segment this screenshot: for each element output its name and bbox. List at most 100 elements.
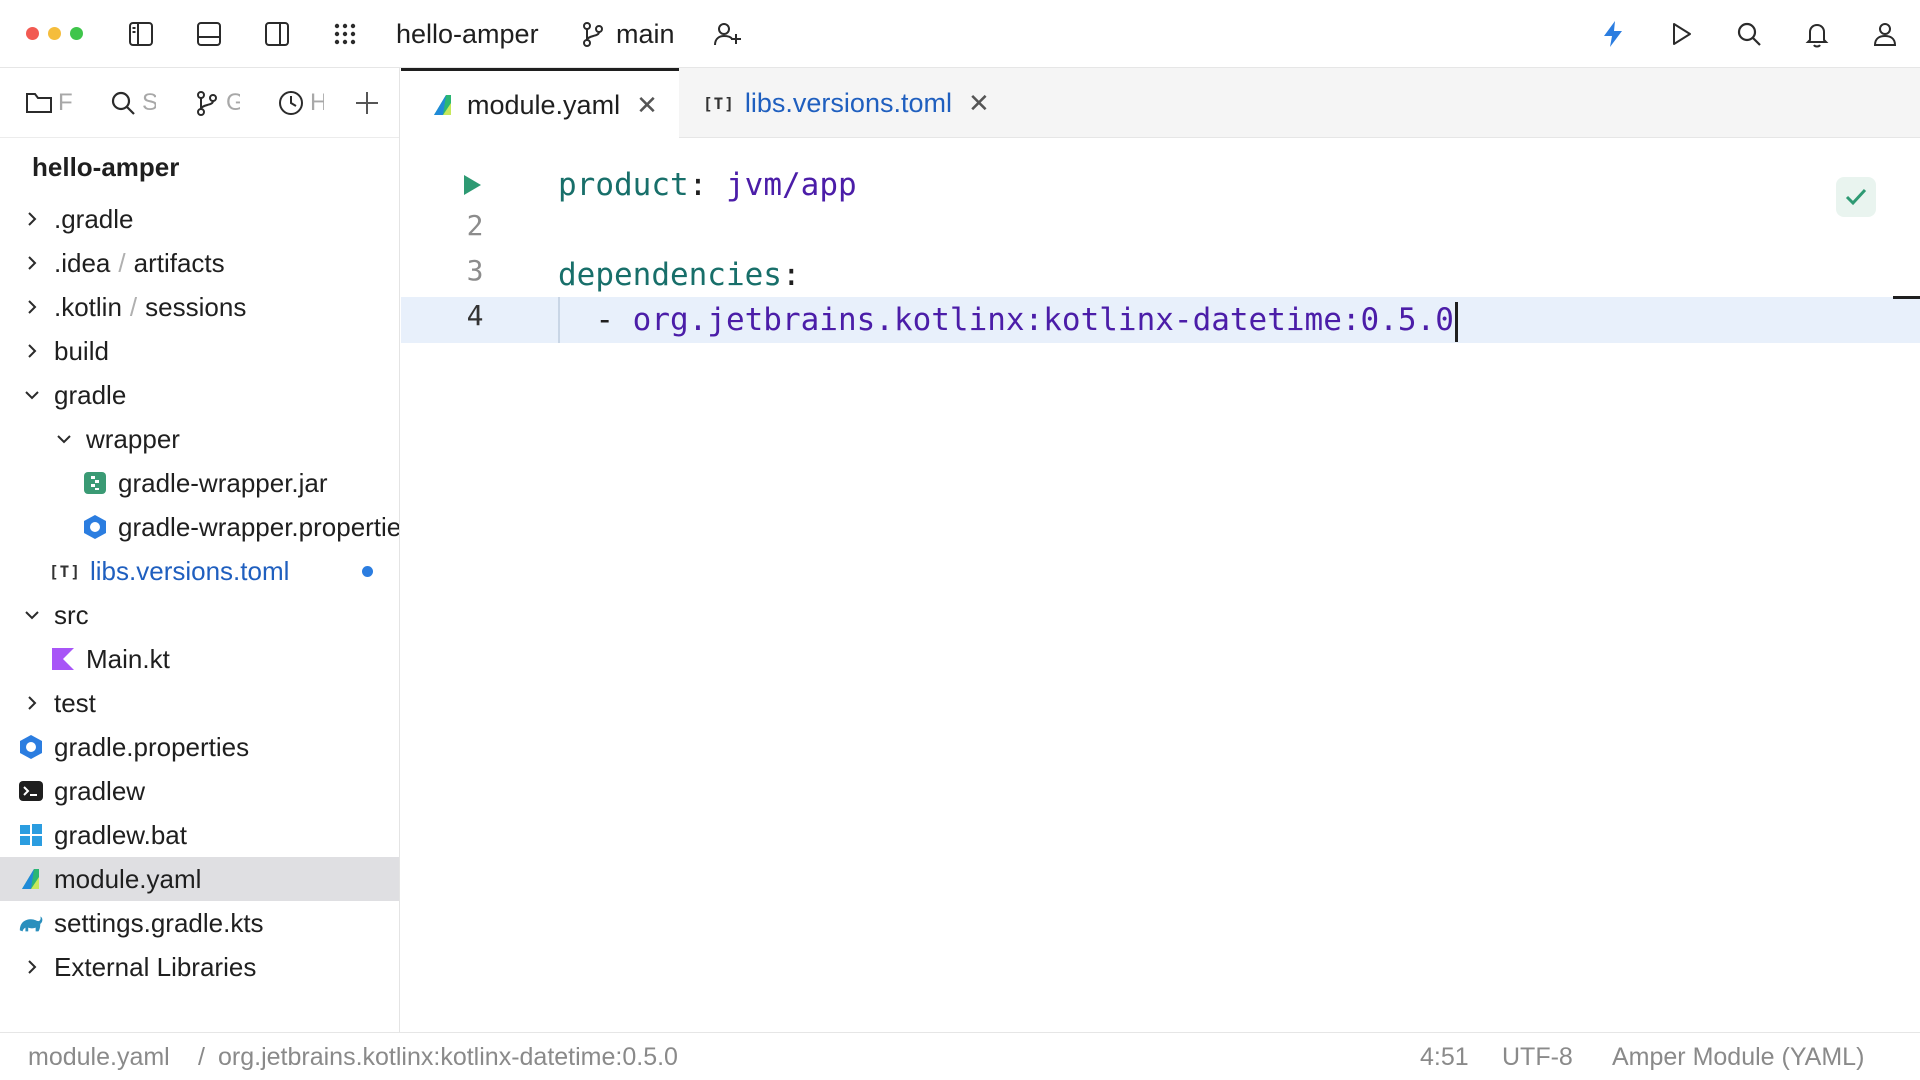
search-icon	[111, 91, 135, 115]
yaml-colon: :	[781, 257, 801, 293]
add-tab-button[interactable]	[352, 86, 382, 120]
notifications-bell-icon[interactable]	[1800, 17, 1834, 51]
scrollbar-marker[interactable]	[1893, 296, 1920, 299]
tab-git[interactable]: G	[192, 86, 240, 120]
code-line-1[interactable]: product: jvm/app	[558, 163, 857, 207]
tree-item-label: gradle-wrapper.properties	[118, 511, 400, 542]
right-panel-toggle-icon[interactable]	[260, 17, 294, 51]
tree-item-module-yaml[interactable]: module.yaml	[0, 857, 399, 901]
tab-git-label: G	[226, 89, 240, 117]
bottom-panel-toggle-icon[interactable]	[192, 17, 226, 51]
tree-item-label: test	[54, 687, 96, 718]
tree-item-build[interactable]: build	[0, 329, 399, 373]
branch-icon[interactable]	[576, 17, 610, 51]
project-name-button[interactable]: hello-amper	[396, 18, 539, 50]
tab-history-label: H	[310, 89, 324, 117]
close-window-button[interactable]	[26, 27, 39, 40]
tree-item-gradlew-bat[interactable]: gradlew.bat	[0, 813, 399, 857]
tab-project-files[interactable]: F	[24, 86, 72, 120]
close-tab-icon[interactable]: ✕	[968, 88, 990, 119]
add-user-icon[interactable]	[710, 17, 744, 51]
tree-item-label: settings.gradle.kts	[54, 907, 264, 938]
zoom-window-button[interactable]	[70, 27, 83, 40]
close-tab-icon[interactable]: ✕	[636, 90, 658, 121]
breadcrumb-item[interactable]: org.jetbrains.kotlinx:kotlinx-datetime:0…	[218, 1043, 678, 1072]
file-encoding[interactable]: UTF-8	[1502, 1043, 1573, 1072]
code-line-3[interactable]: dependencies:	[558, 253, 801, 297]
tree-item-label: gradle.properties	[54, 731, 250, 762]
search-icon[interactable]	[1732, 17, 1766, 51]
code-editor[interactable]: 2 3 4 product: jvm/app dependencies: - o…	[401, 139, 1920, 1032]
tab-history[interactable]: H	[276, 86, 324, 120]
run-icon[interactable]	[1664, 17, 1698, 51]
breadcrumb-file[interactable]: module.yaml	[28, 1043, 170, 1072]
gradle-elephant-icon	[18, 910, 44, 936]
project-sidebar: F S G H hello-amper .gradle .idea /	[0, 68, 400, 1032]
path-separator: /	[129, 291, 138, 322]
toml-file-icon: [T]	[703, 93, 735, 113]
chevron-down-icon[interactable]	[22, 385, 42, 405]
yaml-list-dash: -	[558, 302, 633, 338]
tree-item-external-libraries[interactable]: External Libraries	[0, 945, 399, 989]
tree-item-gradle-dir[interactable]: .gradle	[0, 197, 399, 241]
tree-item-gradle[interactable]: gradle	[0, 373, 399, 417]
tree-item-settings-gradle-kts[interactable]: settings.gradle.kts	[0, 901, 399, 945]
tab-label: module.yaml	[467, 89, 621, 120]
tab-libs-versions-toml[interactable]: [T] libs.versions.toml ✕	[703, 68, 990, 138]
run-gutter-icon[interactable]	[459, 172, 485, 198]
project-root-title[interactable]: hello-amper	[32, 152, 179, 183]
tab-search-label: S	[142, 89, 156, 117]
chevron-right-icon[interactable]	[22, 693, 42, 713]
tree-item-gradle-wrapper-jar[interactable]: gradle-wrapper.jar	[0, 461, 399, 505]
chevron-right-icon[interactable]	[22, 253, 42, 273]
lightning-icon[interactable]	[1596, 17, 1630, 51]
tree-item-main-kt[interactable]: Main.kt	[0, 637, 399, 681]
tree-item-src[interactable]: src	[0, 593, 399, 637]
title-bar: hello-amper main	[0, 0, 1920, 68]
amper-file-icon	[431, 92, 457, 118]
chevron-right-icon[interactable]	[22, 209, 42, 229]
tree-item-label: module.yaml	[54, 863, 202, 894]
tab-label: libs.versions.toml	[744, 87, 952, 118]
path-separator: /	[118, 247, 126, 278]
tree-item-kotlin[interactable]: .kotlin / sessions	[0, 285, 399, 329]
tree-item-libs-versions-toml[interactable]: [T] libs.versions.toml	[0, 549, 399, 593]
tab-search[interactable]: S	[108, 86, 156, 120]
caret-position[interactable]: 4:51	[1420, 1043, 1469, 1072]
profile-icon[interactable]	[1868, 17, 1902, 51]
tree-item-label: Main.kt	[86, 643, 170, 674]
tree-item-suffix: sessions	[145, 291, 247, 322]
breadcrumb-separator: /	[198, 1043, 205, 1071]
tree-item-test[interactable]: test	[0, 681, 399, 725]
apps-grid-icon[interactable]	[328, 17, 362, 51]
tab-module-yaml[interactable]: module.yaml ✕	[401, 68, 679, 139]
amper-file-icon	[18, 866, 44, 892]
chevron-down-icon[interactable]	[22, 605, 42, 625]
chevron-right-icon[interactable]	[22, 297, 42, 317]
properties-file-icon	[18, 734, 44, 760]
properties-file-icon	[82, 514, 108, 540]
tree-item-label: External Libraries	[54, 951, 257, 982]
jar-file-icon	[82, 470, 108, 496]
tree-item-label: gradlew.bat	[54, 819, 187, 850]
tree-item-label: gradlew	[54, 775, 146, 806]
window-controls	[26, 27, 83, 40]
tree-item-idea[interactable]: .idea / artifacts	[0, 241, 399, 285]
branch-button[interactable]: main	[616, 18, 675, 50]
plus-icon	[356, 92, 378, 114]
branch-icon	[197, 91, 217, 116]
chevron-right-icon[interactable]	[22, 341, 42, 361]
chevron-right-icon[interactable]	[22, 957, 42, 977]
yaml-value: org.jetbrains.kotlinx:kotlinx-datetime:0…	[632, 302, 1454, 338]
inspection-ok-badge[interactable]	[1836, 177, 1876, 217]
tree-item-wrapper[interactable]: wrapper	[0, 417, 399, 461]
chevron-down-icon[interactable]	[54, 429, 74, 449]
tree-item-gradle-properties[interactable]: gradle.properties	[0, 725, 399, 769]
tree-item-gradle-wrapper-properties[interactable]: gradle-wrapper.properties	[0, 505, 400, 549]
tree-item-gradlew[interactable]: gradlew	[0, 769, 399, 813]
left-panel-toggle-icon[interactable]	[124, 17, 158, 51]
kotlin-file-icon	[50, 646, 76, 672]
file-type[interactable]: Amper Module (YAML)	[1612, 1043, 1864, 1072]
code-line-4[interactable]: - org.jetbrains.kotlinx:kotlinx-datetime…	[558, 298, 1458, 342]
minimize-window-button[interactable]	[48, 27, 61, 40]
